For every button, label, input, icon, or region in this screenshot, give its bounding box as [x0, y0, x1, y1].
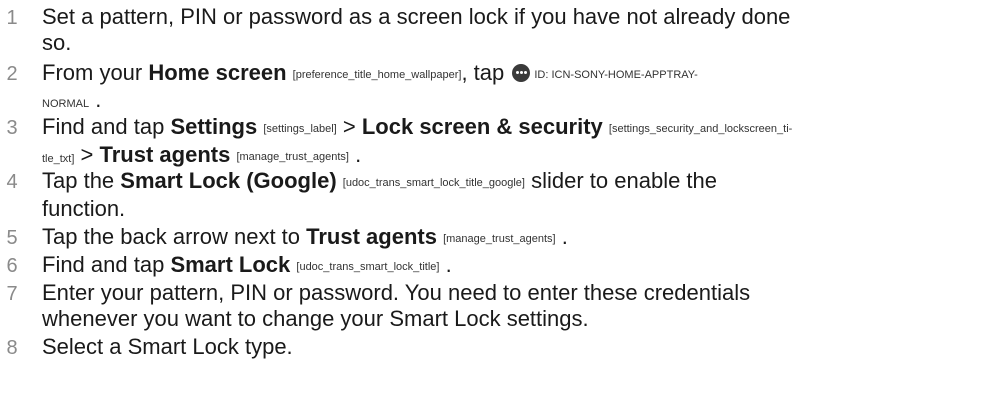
- ui-term-smart-lock-google: Smart Lock (Google): [120, 168, 337, 193]
- icon-id-tag-cont: NORMAL: [42, 98, 90, 110]
- step-number: 3: [6, 117, 18, 139]
- step-number: 2: [6, 63, 18, 85]
- string-id-tag: [settings_security_and_lockscreen_ti-: [608, 123, 793, 135]
- step-line: Set a pattern, PIN or password as a scre…: [42, 4, 791, 29]
- string-id-tag: [manage_trust_agents]: [443, 233, 556, 245]
- ui-term-home-screen: Home screen: [148, 60, 287, 85]
- step-text-part: , tap: [461, 60, 511, 85]
- step-text: Select a Smart Lock type.: [42, 334, 974, 360]
- step-text: Enter your pattern, PIN or password. You…: [42, 280, 974, 332]
- icon-id-tag: ID: ICN-SONY-HOME-APPTRAY-: [534, 69, 698, 81]
- ui-term-trust-agents: Trust agents: [306, 224, 437, 249]
- step-line: so.: [42, 30, 72, 55]
- step-end: .: [445, 252, 452, 277]
- step-number: 5: [6, 227, 18, 249]
- step-text-part: Find and tap: [42, 114, 171, 139]
- ui-term-settings: Settings: [170, 114, 258, 139]
- step-text-part: Tap the back arrow next to: [42, 224, 307, 249]
- step-line: Select a Smart Lock type.: [42, 334, 293, 359]
- step-text: Find and tap Smart Lock [udoc_trans_smar…: [42, 252, 974, 280]
- step-text: From your Home screen [preference_title_…: [42, 60, 974, 116]
- step-line: whenever you want to change your Smart L…: [42, 306, 589, 331]
- string-id-tag: [settings_label]: [263, 123, 337, 135]
- step-text-part: From your: [42, 60, 149, 85]
- step-text-part: slider to enable the: [525, 168, 718, 193]
- step-end: .: [355, 142, 362, 167]
- step-number: 8: [6, 337, 18, 359]
- instruction-steps: 1 Set a pattern, PIN or password as a sc…: [0, 0, 984, 416]
- string-id-tag: [preference_title_home_wallpaper]: [292, 69, 462, 81]
- step-text: Find and tap Settings [settings_label] >…: [42, 114, 974, 172]
- step-number: 1: [6, 7, 18, 29]
- string-id-tag: [manage_trust_agents]: [236, 151, 349, 163]
- step-text-part: Find and tap: [42, 252, 171, 277]
- ui-term-lock-screen-security: Lock screen & security: [361, 114, 603, 139]
- step-number: 6: [6, 255, 18, 277]
- step-text-part: Tap the: [42, 168, 121, 193]
- string-id-tag-cont: tle_txt]: [42, 153, 75, 165]
- string-id-tag: [udoc_trans_smart_lock_title]: [296, 261, 440, 273]
- step-end: .: [561, 224, 568, 249]
- ui-term-trust-agents: Trust agents: [99, 142, 231, 167]
- step-number: 4: [6, 171, 18, 193]
- ui-term-smart-lock: Smart Lock: [170, 252, 291, 277]
- separator: >: [342, 114, 356, 139]
- step-line: Enter your pattern, PIN or password. You…: [42, 280, 751, 305]
- step-text: Tap the back arrow next to Trust agents …: [42, 224, 974, 252]
- step-number: 7: [6, 283, 18, 305]
- step-line: function.: [42, 196, 126, 221]
- string-id-tag: [udoc_trans_smart_lock_title_google]: [342, 177, 525, 189]
- apptray-icon: [512, 64, 531, 82]
- step-text: Set a pattern, PIN or password as a scre…: [42, 4, 974, 56]
- step-end: .: [95, 87, 102, 112]
- step-text: Tap the Smart Lock (Google) [udoc_trans_…: [42, 168, 974, 222]
- separator: >: [80, 142, 94, 167]
